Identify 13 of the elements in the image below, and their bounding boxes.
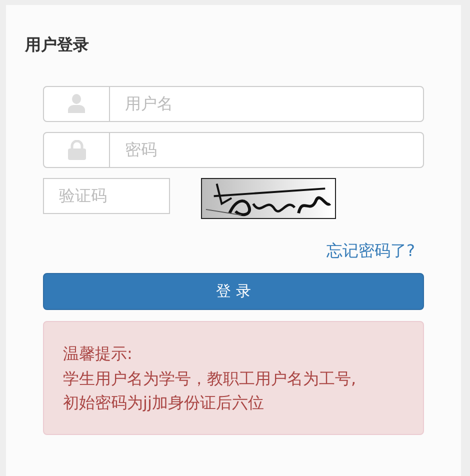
captcha-field[interactable]: 验证码 — [43, 178, 170, 214]
form-title: 用户登录 — [25, 35, 90, 56]
password-field[interactable]: 密码 — [110, 132, 423, 167]
lock-icon — [68, 140, 86, 160]
username-input-group[interactable]: 用户名 — [43, 86, 424, 122]
user-icon — [68, 94, 85, 114]
username-field[interactable]: 用户名 — [110, 86, 423, 121]
notice-text: 学生用户名为学号，教职工用户名为工号, — [63, 368, 358, 390]
notice-text: 初始密码为jj加身份证后六位 — [63, 392, 265, 414]
login-button[interactable]: 登 录 — [43, 272, 424, 310]
forgot-password-link[interactable]: 忘记密码了? — [326, 238, 415, 263]
notice-text: 温馨提示: — [63, 342, 134, 365]
password-input-group[interactable]: 密码 — [43, 132, 424, 168]
